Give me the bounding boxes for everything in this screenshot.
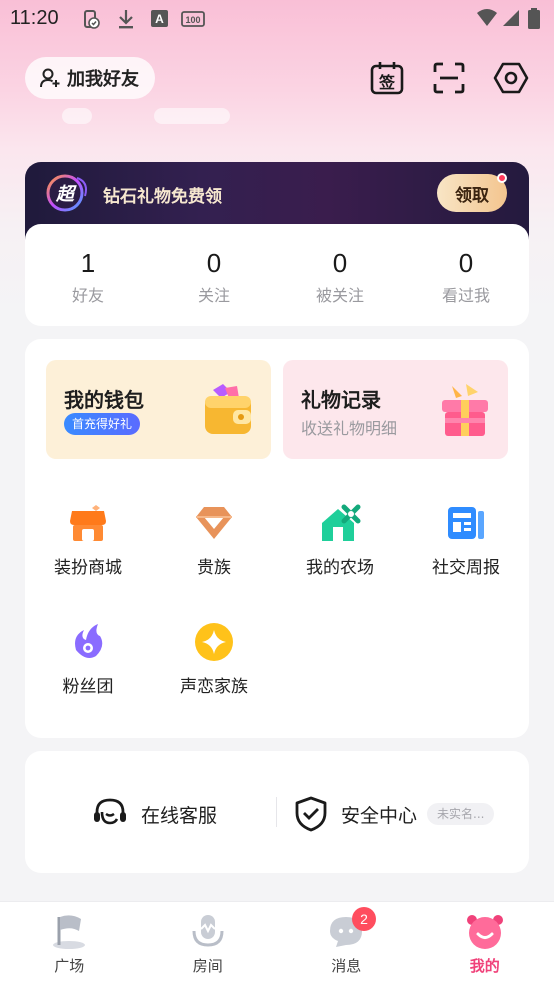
- feature-label: 贵族: [197, 558, 231, 578]
- online-support-label: 在线客服: [141, 804, 218, 827]
- gift-box-icon: [442, 384, 488, 436]
- security-center-label: 安全中心: [341, 804, 418, 827]
- feature-nobility[interactable]: 贵族: [151, 501, 277, 578]
- stat-following[interactable]: 0 关注: [151, 224, 277, 326]
- stats-card: 1 好友 0 关注 0 被关注 0 看过我: [25, 224, 529, 326]
- stat-value: 1: [80, 248, 96, 278]
- nav-label: 广场: [54, 957, 85, 975]
- nav-label: 消息: [331, 957, 362, 975]
- plaza-flag-icon: [53, 915, 86, 949]
- super-badge-icon: 超: [46, 174, 87, 212]
- feature-label: 声恋家族: [180, 677, 248, 697]
- promo-text: 钻石礼物免费领: [103, 187, 222, 207]
- features-card: 我的钱包 首充得好礼 礼物记录 收送礼物明细 装扮商城 贵族 我的农场 社交周报…: [25, 339, 529, 738]
- nav-room[interactable]: 房间: [139, 902, 278, 984]
- battery-100-icon: 100: [181, 11, 205, 27]
- stat-label: 关注: [197, 286, 230, 305]
- diamond-icon: [196, 507, 232, 539]
- stat-label: 看过我: [441, 286, 490, 305]
- header-decoration: [62, 108, 92, 124]
- header-decoration: [154, 108, 230, 124]
- report-icon: [448, 507, 484, 539]
- feature-dress-up-shop[interactable]: 装扮商城: [25, 501, 151, 578]
- service-card: 在线客服 安全中心 未实名...: [25, 751, 529, 873]
- security-center-button[interactable]: 安全中心 未实名...: [293, 795, 495, 833]
- svg-text:A: A: [155, 12, 164, 26]
- download-icon: [119, 10, 133, 29]
- battery-icon: [528, 8, 540, 29]
- shield-check-icon: [295, 796, 327, 832]
- wallet-tile[interactable]: 我的钱包 首充得好礼: [46, 360, 271, 459]
- feature-label: 社交周报: [432, 558, 500, 578]
- feature-voice-family[interactable]: 声恋家族: [151, 620, 277, 697]
- gift-record-subtitle: 收送礼物明细: [301, 419, 398, 438]
- stat-label: 被关注: [315, 286, 364, 305]
- feature-fan-club[interactable]: 粉丝团: [25, 620, 151, 697]
- headset-icon: [94, 798, 126, 825]
- gift-record-title: 礼物记录: [301, 388, 381, 412]
- stat-visitors[interactable]: 0 看过我: [403, 224, 529, 326]
- feature-label: 粉丝团: [62, 677, 114, 697]
- svg-text:100: 100: [185, 15, 200, 25]
- me-face-icon: [466, 915, 503, 949]
- add-friend-button[interactable]: 加我好友: [25, 57, 155, 99]
- feature-social-weekly[interactable]: 社交周报: [403, 501, 529, 578]
- gift-record-tile[interactable]: 礼物记录 收送礼物明细: [283, 360, 508, 459]
- status-time: 11:20: [10, 7, 59, 29]
- room-mic-icon: [192, 915, 224, 947]
- claim-notification-dot: [497, 173, 507, 183]
- bottom-nav: 广场 房间 消息 2 我的: [0, 901, 554, 984]
- shop-icon: [70, 505, 106, 541]
- nav-label: 我的: [469, 957, 500, 975]
- sign-in-glyph: 签: [378, 73, 396, 92]
- stat-friends[interactable]: 1 好友: [25, 224, 151, 326]
- scan-icon[interactable]: [431, 60, 467, 96]
- fan-club-icon: [75, 624, 103, 658]
- feature-label: 装扮商城: [54, 558, 122, 578]
- signal-icon: [503, 10, 519, 26]
- super-badge-text: 超: [55, 184, 77, 205]
- wallet-icon: [205, 384, 251, 434]
- service-divider: [276, 797, 277, 827]
- unread-count-badge: 2: [352, 907, 376, 931]
- battery-saver-icon: [84, 10, 100, 29]
- wifi-icon: [477, 9, 497, 26]
- wallet-badge: 首充得好礼: [64, 413, 141, 435]
- feature-label: 我的农场: [306, 558, 374, 578]
- stat-value: 0: [332, 248, 348, 278]
- nav-label: 房间: [192, 957, 223, 975]
- add-user-icon: [40, 68, 60, 88]
- nav-plaza[interactable]: 广场: [0, 902, 139, 984]
- verification-status-tag: 未实名...: [427, 803, 495, 825]
- status-bar: 11:20 A 100: [0, 0, 554, 38]
- online-support-button[interactable]: 在线客服: [91, 795, 217, 833]
- nav-me[interactable]: 我的: [416, 902, 554, 984]
- text-a-icon: A: [151, 10, 168, 27]
- farm-icon: [322, 504, 361, 541]
- family-star-icon: [195, 623, 233, 661]
- stat-value: 0: [458, 248, 474, 278]
- nav-messages[interactable]: 消息 2: [277, 902, 416, 984]
- stat-value: 0: [206, 248, 222, 278]
- add-friend-label: 加我好友: [67, 69, 139, 90]
- sign-in-calendar-icon[interactable]: 签: [369, 60, 405, 96]
- settings-hex-icon[interactable]: [493, 60, 529, 96]
- wallet-title: 我的钱包: [64, 388, 144, 412]
- stat-followers[interactable]: 0 被关注: [277, 224, 403, 326]
- feature-my-farm[interactable]: 我的农场: [277, 501, 403, 578]
- stat-label: 好友: [71, 286, 104, 305]
